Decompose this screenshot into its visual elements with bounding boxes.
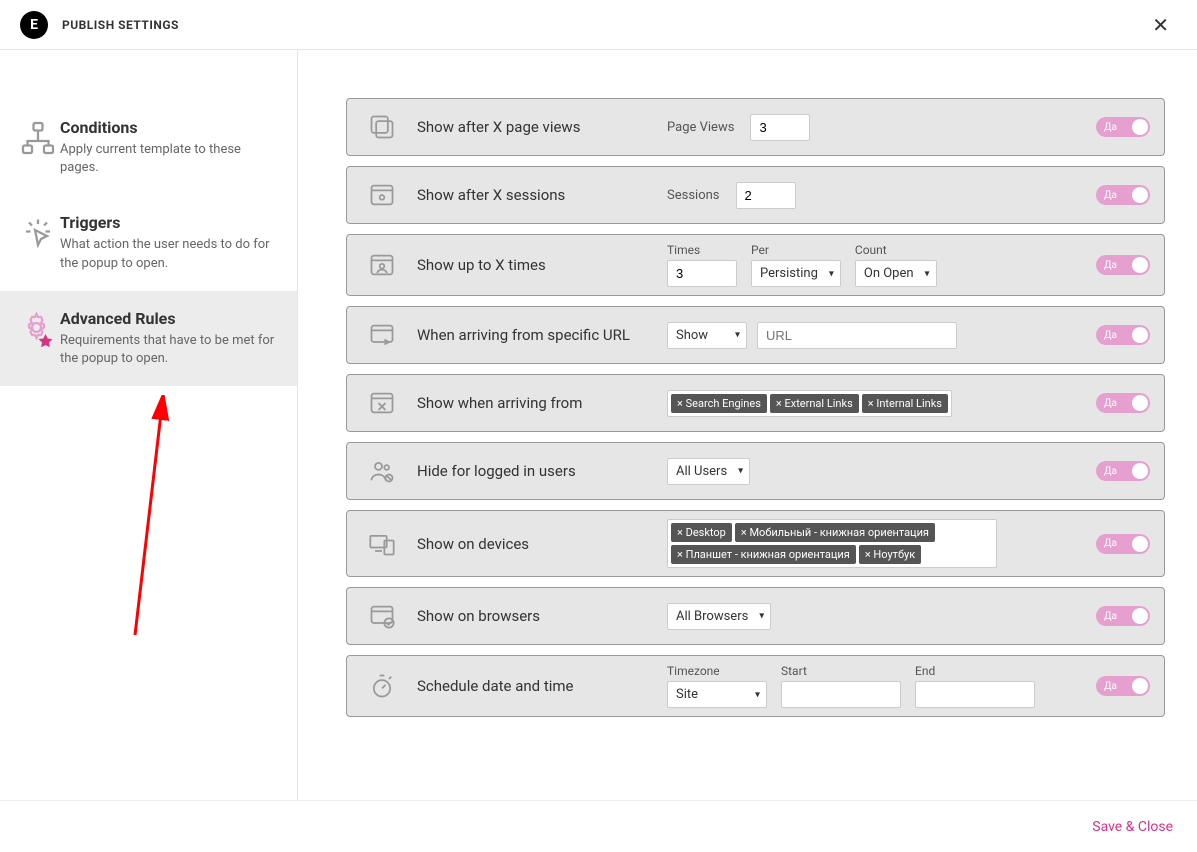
tag[interactable]: × Search Engines [671,394,767,413]
tag[interactable]: × Планшет - книжная ориентация [671,545,856,564]
tag[interactable]: × Ноутбук [859,545,921,564]
sidebar-item-title: Advanced Rules [60,309,277,328]
timezone-select[interactable]: Site [667,681,767,708]
field-label: Count [855,243,937,257]
browser-eye-icon [347,181,417,209]
rule-browsers: Show on browsers All Browsers Да [346,587,1165,645]
url-mode-select[interactable]: Show [667,322,747,349]
rule-page-views: Show after X page views Page Views Да [346,98,1165,156]
rule-title: Show on devices [417,535,667,553]
rule-title: When arriving from specific URL [417,326,667,344]
sidebar-item-desc: Requirements that have to be met for the… [60,332,277,368]
toggle-devices[interactable]: Да [1096,534,1150,554]
sidebar-item-title: Triggers [60,213,277,232]
header: E PUBLISH SETTINGS ✕ [0,0,1197,50]
rule-title: Hide for logged in users [417,462,667,480]
rule-title: Show after X page views [417,118,667,136]
rule-up-to-times: Show up to X times Times Per Persisting … [346,234,1165,296]
browser-arrow-icon [347,321,417,349]
stopwatch-icon [347,672,417,700]
field-label: Sessions [667,188,720,203]
toggle-sessions[interactable]: Да [1096,185,1150,205]
toggle-url[interactable]: Да [1096,325,1150,345]
tag[interactable]: × Internal Links [862,394,948,413]
toggle-browsers[interactable]: Да [1096,606,1150,626]
pages-icon [347,113,417,141]
sidebar-item-triggers[interactable]: Triggers What action the user needs to d… [0,195,297,290]
sidebar: Conditions Apply current template to the… [0,50,298,800]
rule-title: Show when arriving from [417,394,667,412]
browser-user-icon [347,251,417,279]
users-block-icon [347,457,417,485]
elementor-logo: E [20,11,48,39]
sidebar-item-desc: Apply current template to these pages. [60,141,277,177]
sidebar-item-desc: What action the user needs to do for the… [60,236,277,272]
footer: Save & Close [0,800,1197,852]
devices-icon [347,530,417,558]
start-input[interactable] [781,681,901,708]
browser-check-icon [347,602,417,630]
toggle-schedule[interactable]: Да [1096,676,1150,696]
sidebar-item-title: Conditions [60,118,277,137]
rules-panel: Show after X page views Page Views Да Sh… [298,50,1197,800]
field-label: Per [751,243,841,257]
sessions-input[interactable] [736,182,796,209]
page-views-input[interactable] [750,114,810,141]
rule-arriving-from: Show when arriving from × Search Engines… [346,374,1165,432]
per-select[interactable]: Persisting [751,260,841,287]
field-label: Page Views [667,120,734,135]
rule-title: Show after X sessions [417,186,667,204]
url-input[interactable] [757,322,957,349]
times-input[interactable] [667,260,737,287]
rule-devices: Show on devices × Desktop × Мобильный - … [346,510,1165,577]
rule-schedule: Schedule date and time Timezone Site Sta… [346,655,1165,717]
rule-sessions: Show after X sessions Sessions Да [346,166,1165,224]
rule-title: Schedule date and time [417,677,667,695]
arriving-from-tags[interactable]: × Search Engines × External Links × Inte… [667,390,952,417]
devices-tags[interactable]: × Desktop × Мобильный - книжная ориентац… [667,519,997,568]
page-title: PUBLISH SETTINGS [62,18,179,32]
rule-title: Show on browsers [417,607,667,625]
toggle-arriving-from[interactable]: Да [1096,393,1150,413]
tag[interactable]: × Desktop [671,523,732,542]
rule-logged-in: Hide for logged in users All Users Да [346,442,1165,500]
save-close-button[interactable]: Save & Close [1092,819,1173,835]
field-label: Timezone [667,664,767,678]
sidebar-item-conditions[interactable]: Conditions Apply current template to the… [0,100,297,195]
close-button[interactable]: ✕ [1144,9,1177,41]
browser-x-icon [347,389,417,417]
sitemap-icon [16,118,60,177]
field-label: Times [667,243,737,257]
logged-in-select[interactable]: All Users [667,458,750,485]
sidebar-item-advanced-rules[interactable]: Advanced Rules Requirements that have to… [0,291,297,386]
field-label: Start [781,664,901,678]
rule-title: Show up to X times [417,256,667,274]
toggle-logged-in[interactable]: Да [1096,461,1150,481]
click-icon [16,213,60,272]
toggle-page-views[interactable]: Да [1096,117,1150,137]
browsers-select[interactable]: All Browsers [667,603,771,630]
toggle-up-to[interactable]: Да [1096,255,1150,275]
tag[interactable]: × External Links [770,394,859,413]
rule-specific-url: When arriving from specific URL Show Да [346,306,1165,364]
field-label: End [915,664,1035,678]
end-input[interactable] [915,681,1035,708]
tag[interactable]: × Мобильный - книжная ориентация [735,523,935,542]
gear-star-icon [16,309,60,368]
count-select[interactable]: On Open [855,260,937,287]
